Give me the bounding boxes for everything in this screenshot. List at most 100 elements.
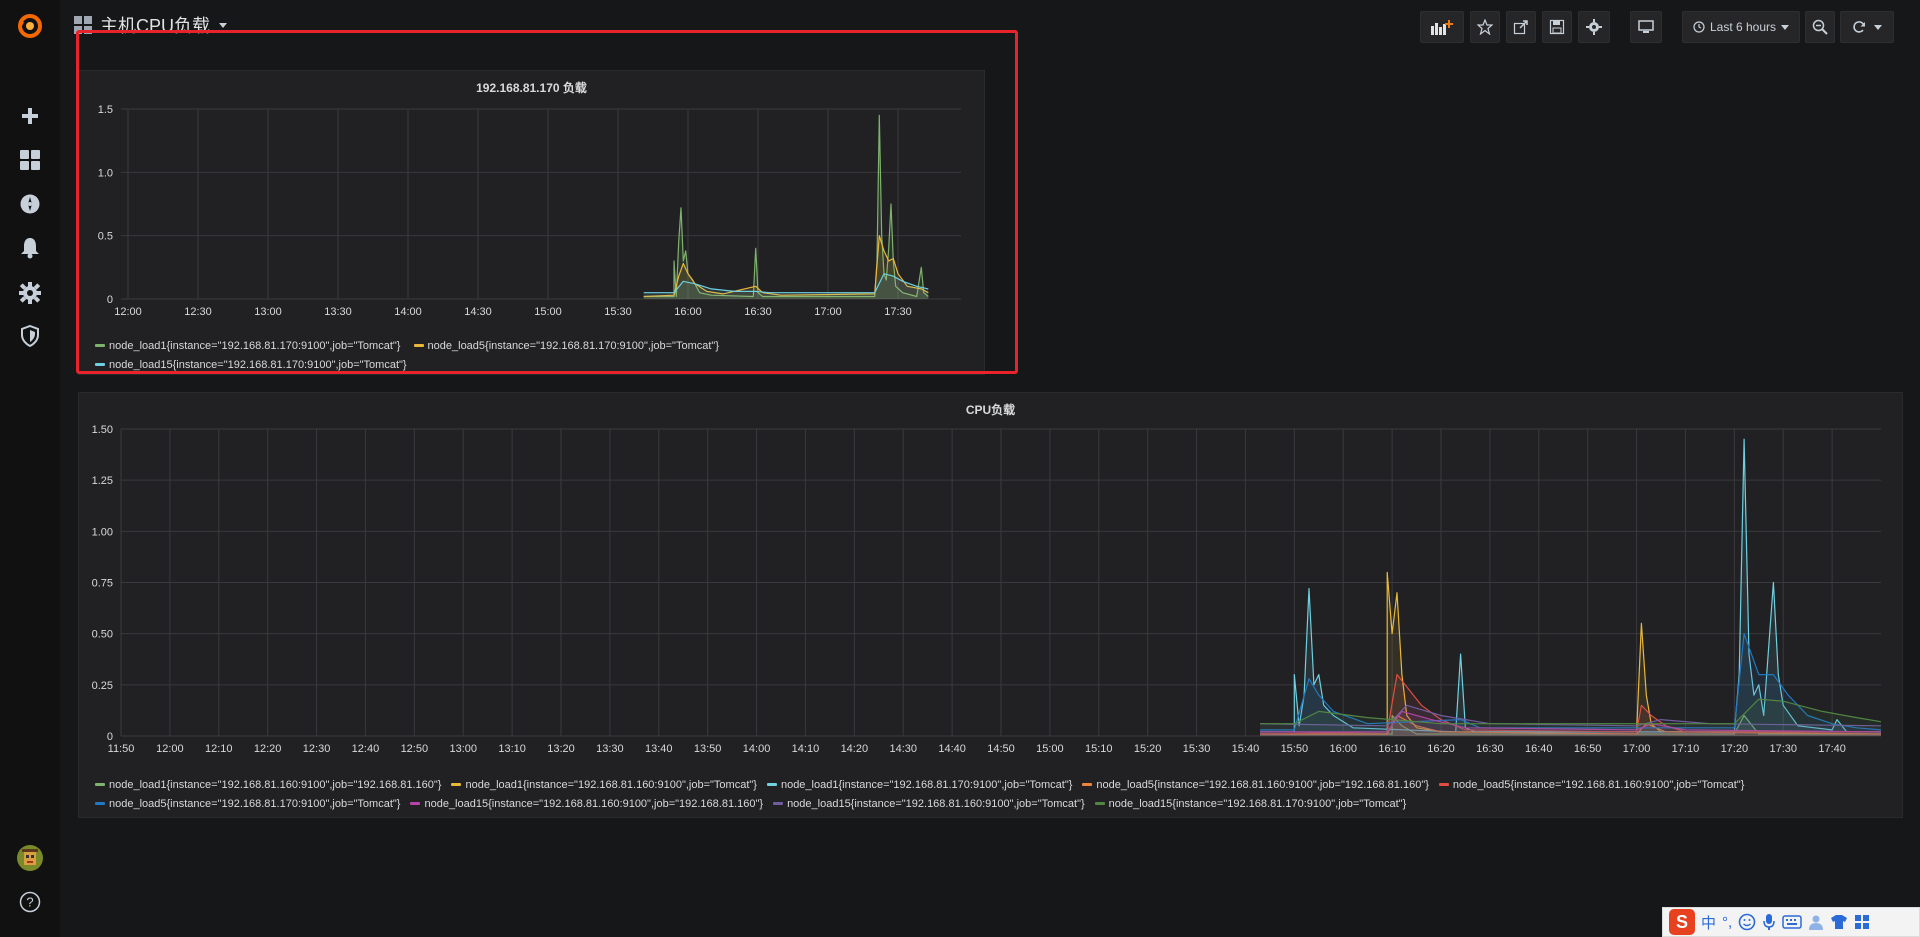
x-tick-label: 15:40 — [1232, 743, 1260, 755]
star-button[interactable] — [1470, 11, 1500, 43]
x-tick-label: 17:00 — [1623, 743, 1651, 755]
panel-load-170[interactable]: 192.168.81.170 负载 0 0.5 1.0 1.5 12:00 12:30 13… — [78, 70, 985, 375]
series-area — [1260, 439, 1881, 736]
x-tick-label: 13:20 — [547, 743, 575, 755]
keyboard-icon[interactable] — [1782, 915, 1802, 929]
x-tick-label: 16:20 — [1427, 743, 1455, 755]
y-tick-label: 1.50 — [92, 424, 113, 436]
star-icon — [1477, 19, 1493, 35]
x-tick-label: 12:00 — [156, 743, 184, 755]
legend-item[interactable]: node_load1{instance="192.168.81.160:9100… — [451, 778, 757, 792]
save-icon — [1549, 19, 1565, 35]
x-tick-label: 14:20 — [841, 743, 869, 755]
y-tick-label: 1.25 — [92, 475, 113, 487]
legend-label: node_load15{instance="192.168.81.170:910… — [1108, 797, 1407, 810]
ime-toolbar: S 中 °, — [1662, 907, 1920, 937]
avatar[interactable] — [14, 842, 46, 874]
save-button[interactable] — [1542, 11, 1572, 43]
legend-item[interactable]: node_load15{instance="192.168.81.170:910… — [1094, 797, 1407, 811]
cpu-load-graph[interactable]: 0 0.25 0.50 0.75 1.00 1.25 1.50 11:50 12:00 12:10… — [79, 413, 1904, 783]
y-tick-label: 0.25 — [92, 680, 113, 692]
ime-mode-toggle[interactable]: 中 — [1701, 912, 1716, 933]
x-tick-label: 14:30 — [889, 743, 917, 755]
legend-item[interactable]: node_load15{instance="192.168.81.160:910… — [410, 797, 763, 811]
legend-item[interactable]: node_load1{instance="192.168.81.160:9100… — [95, 778, 441, 792]
explore-compass-icon[interactable] — [14, 188, 46, 220]
x-tick-label: 16:30 — [1476, 743, 1504, 755]
shield-icon[interactable] — [14, 320, 46, 352]
ime-punct-toggle[interactable]: °, — [1722, 914, 1732, 931]
x-tick-label: 13:30 — [324, 306, 352, 318]
y-tick-label: 0.5 — [98, 231, 113, 243]
legend-item[interactable]: node_load5{instance="192.168.81.160:9100… — [1082, 778, 1429, 792]
gear-icon[interactable] — [14, 277, 46, 309]
legend-item[interactable]: node_load1{instance="192.168.81.170:9100… — [766, 778, 1073, 792]
legend-swatch — [773, 802, 784, 805]
help-symbol: ? — [26, 895, 33, 910]
legend-swatch — [766, 783, 777, 786]
x-tick-label: 14:00 — [394, 306, 422, 318]
toolbox-grid-icon[interactable] — [1854, 914, 1870, 930]
dashboards-icon[interactable] — [14, 144, 46, 176]
x-tick-label: 17:40 — [1818, 743, 1846, 755]
microphone-icon[interactable] — [1762, 913, 1776, 931]
share-button[interactable] — [1506, 11, 1536, 43]
legend-label: node_load15{instance="192.168.81.160:910… — [787, 797, 1085, 810]
settings-button[interactable] — [1578, 11, 1610, 43]
legend-swatch — [95, 363, 105, 366]
emoji-icon[interactable] — [1738, 913, 1756, 931]
legend-label: node_load5{instance="192.168.81.170:9100… — [427, 339, 719, 352]
legend-label: node_load1{instance="192.168.81.170:9100… — [780, 778, 1073, 791]
refresh-icon — [1853, 21, 1865, 33]
legend-swatch — [95, 783, 105, 786]
user-icon[interactable] — [1808, 914, 1824, 930]
panel-legend: node_load1{instance="192.168.81.170:9100… — [95, 337, 975, 371]
legend-item[interactable]: node_load15{instance="192.168.81.170:910… — [95, 358, 407, 372]
x-tick-label: 12:20 — [254, 743, 282, 755]
legend-item[interactable]: node_load5{instance="192.168.81.160:9100… — [1438, 778, 1745, 792]
series-line[interactable] — [1260, 438, 1881, 733]
x-tick-label: 16:30 — [744, 306, 772, 318]
gear-icon — [1586, 19, 1602, 35]
x-tick-label: 16:10 — [1378, 743, 1406, 755]
grafana-logo-icon[interactable] — [14, 10, 46, 42]
legend-row: node_load1{instance="192.168.81.160:9100… — [95, 776, 1754, 792]
x-tick-label: 17:10 — [1672, 743, 1700, 755]
zoom-out-button[interactable] — [1805, 11, 1835, 43]
legend-item[interactable]: node_load1{instance="192.168.81.170:9100… — [95, 339, 400, 353]
x-tick-label: 13:40 — [645, 743, 673, 755]
caret-down-icon — [1781, 25, 1790, 30]
time-range-picker[interactable]: Last 6 hours — [1682, 11, 1800, 43]
help-icon[interactable]: ? — [14, 886, 46, 918]
x-tick-label: 12:10 — [205, 743, 233, 755]
zoom-out-icon — [1812, 19, 1828, 35]
plus-icon[interactable] — [14, 100, 46, 132]
panel-cpu-load[interactable]: CPU负载 0 0.25 0.50 0.75 1.00 1.25 1.50 11:50 12:0… — [78, 392, 1903, 818]
add-panel-button[interactable] — [1420, 11, 1464, 43]
x-tick-label: 15:30 — [1183, 743, 1211, 755]
legend-label: node_load5{instance="192.168.81.160:9100… — [1452, 778, 1745, 791]
legend-label: node_load1{instance="192.168.81.160:9100… — [109, 778, 442, 791]
skin-shirt-icon[interactable] — [1830, 914, 1848, 930]
y-tick-label: 1.0 — [98, 167, 113, 179]
legend-item[interactable]: node_load5{instance="192.168.81.170:9100… — [95, 797, 400, 811]
x-tick-label: 14:00 — [743, 743, 771, 755]
x-tick-label: 14:40 — [938, 743, 966, 755]
x-tick-label: 12:50 — [401, 743, 429, 755]
x-tick-label: 15:00 — [1036, 743, 1064, 755]
tv-mode-button[interactable] — [1630, 11, 1662, 43]
legend-item[interactable]: node_load5{instance="192.168.81.170:9100… — [413, 339, 719, 353]
share-icon — [1513, 20, 1528, 35]
legend-item[interactable]: node_load15{instance="192.168.81.160:910… — [773, 797, 1085, 811]
x-tick-label: 15:20 — [1134, 743, 1162, 755]
legend-swatch — [95, 344, 105, 347]
time-range-label: Last 6 hours — [1709, 20, 1777, 34]
x-tick-label: 17:30 — [1769, 743, 1797, 755]
alert-bell-icon[interactable] — [14, 232, 46, 264]
load-170-graph[interactable]: 0 0.5 1.0 1.5 12:00 12:30 13:00 13:30 14:00 14:30… — [79, 91, 986, 341]
y-tick-label: 0.75 — [92, 578, 113, 590]
ime-logo[interactable]: S — [1669, 909, 1695, 935]
legend-swatch — [1094, 802, 1105, 805]
x-tick-label: 13:10 — [498, 743, 526, 755]
refresh-button[interactable] — [1840, 11, 1894, 43]
